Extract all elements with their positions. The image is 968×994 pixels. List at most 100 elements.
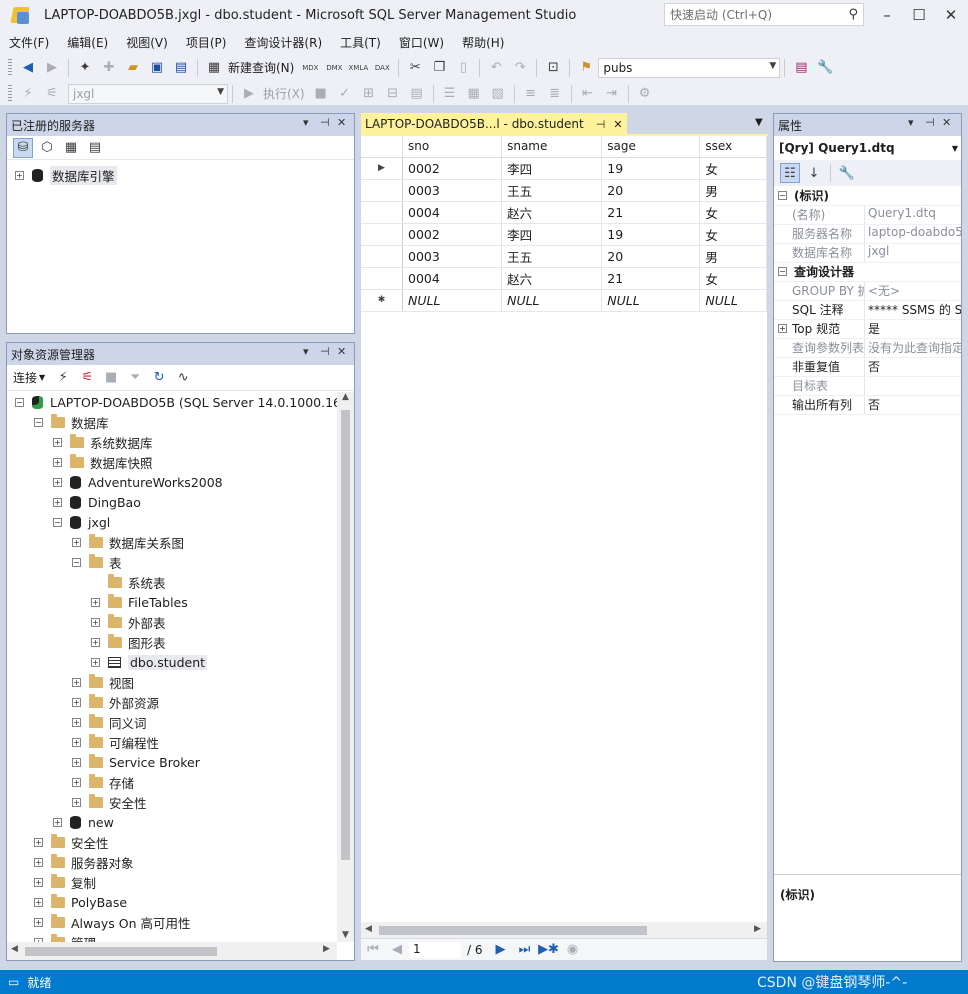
tree-node[interactable]: + 安全性 [34, 832, 109, 852]
tree-node[interactable]: + 数据库快照 [53, 452, 153, 472]
scroll-right-icon[interactable]: ▶ [323, 944, 330, 954]
pin-icon[interactable]: ⊣ [320, 116, 330, 129]
menu-edit[interactable]: 编辑(E) [58, 34, 117, 51]
close-icon[interactable]: ✕ [613, 118, 622, 131]
parse-icon[interactable]: ✓ [335, 84, 355, 104]
expand-icon[interactable]: + [34, 917, 43, 927]
connect-button[interactable]: 连接 [13, 369, 37, 386]
expand-icon[interactable]: + [778, 324, 787, 333]
chevron-down-icon[interactable]: ▼ [39, 373, 45, 382]
pin-icon[interactable]: ⊣ [596, 118, 606, 131]
current-record-input[interactable]: 1 [409, 941, 461, 958]
tree-node[interactable]: + AdventureWorks2008 [53, 472, 223, 492]
tree-node[interactable]: + 数据库关系图 [72, 532, 184, 552]
property-value[interactable] [865, 377, 961, 395]
property-row[interactable]: 查询参数列表 没有为此查询指定 [774, 339, 961, 358]
grid-cell[interactable]: NULL [501, 289, 603, 312]
menu-tools[interactable]: 工具(T) [331, 34, 390, 51]
row-selector[interactable]: ▶ [361, 157, 403, 180]
dax-query-icon[interactable]: DAX [372, 58, 392, 78]
tree-node[interactable]: + DingBao [53, 492, 141, 512]
tree-node[interactable]: − 数据库 [34, 412, 109, 432]
expand-icon[interactable]: + [72, 537, 81, 547]
last-record-icon[interactable]: ⏭ [515, 940, 535, 960]
categorized-icon[interactable]: ☷ [780, 163, 800, 183]
table-row[interactable]: 0004 赵六 21 女 [361, 267, 767, 290]
previous-record-icon[interactable]: ◀ [387, 940, 407, 960]
table-row[interactable]: 0003 王五 20 男 [361, 179, 767, 202]
grid-cell[interactable]: 19 [601, 157, 701, 180]
grid-cell[interactable]: 李四 [501, 223, 603, 246]
alphabetical-icon[interactable]: ↓ [804, 163, 824, 183]
tree-node-database-engine[interactable]: + 数据库引擎 [15, 165, 117, 185]
column-header-sno[interactable]: sno [402, 136, 503, 158]
undo-icon[interactable]: ↶ [486, 58, 506, 78]
expand-icon[interactable]: + [34, 877, 43, 887]
tab-dropdown-icon[interactable]: ▼ [755, 117, 763, 128]
grid-cell[interactable]: 0004 [402, 201, 503, 224]
grid-cell[interactable]: NULL [402, 289, 503, 312]
scroll-right-icon[interactable]: ▶ [754, 924, 761, 934]
back-icon[interactable]: ◀ [18, 58, 38, 78]
save-all-icon[interactable]: ▤ [171, 58, 191, 78]
close-icon[interactable]: ✕ [337, 116, 346, 129]
menu-window[interactable]: 窗口(W) [390, 34, 453, 51]
grid-horizontal-scrollbar[interactable]: ◀ ▶ [361, 922, 767, 938]
row-selector[interactable] [361, 201, 403, 224]
collapse-icon[interactable]: − [72, 557, 81, 567]
scroll-left-icon[interactable]: ◀ [11, 944, 18, 954]
property-value[interactable]: 没有为此查询指定 [865, 339, 961, 357]
property-row[interactable]: 数据库名称 jxgl [774, 244, 961, 263]
expand-icon[interactable]: + [72, 777, 81, 787]
database-selector[interactable]: jxgl ▼ [68, 83, 228, 104]
disconnect-icon[interactable]: ⚟ [77, 368, 97, 388]
database-combo[interactable]: pubs ▼ [598, 57, 781, 78]
expand-icon[interactable]: + [91, 657, 100, 667]
tree-node[interactable]: + 图形表 [91, 632, 166, 652]
property-category[interactable]: − (标识) [774, 187, 961, 206]
properties-object-selector[interactable]: [Qry] Query1.dtq ▼ [774, 136, 961, 160]
new-record-icon[interactable]: ▶✱ [538, 940, 559, 960]
next-record-icon[interactable]: ▶ [491, 940, 511, 960]
pin-icon[interactable]: ⊣ [925, 116, 935, 129]
collapse-icon[interactable]: − [778, 191, 787, 200]
tree-node[interactable]: − jxgl [53, 512, 110, 532]
tree-node[interactable]: + 复制 [34, 872, 96, 892]
expand-icon[interactable]: + [72, 717, 81, 727]
property-row[interactable]: SQL 注释 ***** SSMS 的 Se [774, 301, 961, 320]
grid-cell[interactable]: 李四 [501, 157, 603, 180]
property-value[interactable]: ***** SSMS 的 Se [865, 301, 961, 319]
expand-icon[interactable]: + [91, 617, 100, 627]
collapse-icon[interactable]: − [53, 517, 62, 527]
minimize-button[interactable]: – [872, 2, 902, 28]
stop-icon[interactable]: ■ [101, 368, 121, 388]
property-value[interactable]: 否 [865, 358, 961, 376]
property-pages-icon[interactable]: 🔧 [837, 163, 857, 183]
query-options-icon[interactable]: ⊟ [383, 84, 403, 104]
expand-icon[interactable]: + [72, 757, 81, 767]
property-row[interactable]: 目标表 [774, 377, 961, 396]
display-plan-icon[interactable]: ⊞ [359, 84, 379, 104]
property-value[interactable]: <无> [865, 282, 961, 300]
stop-icon[interactable]: ◉ [563, 940, 583, 960]
tree-node[interactable]: + 可编程性 [72, 732, 159, 752]
collapse-icon[interactable]: − [15, 397, 24, 407]
scroll-up-icon[interactable]: ▲ [337, 392, 354, 406]
grid-cell[interactable]: 女 [699, 157, 767, 180]
tree-node[interactable]: + Always On 高可用性 [34, 912, 191, 932]
disconnect-icon[interactable]: ⚟ [42, 84, 62, 104]
execute-button[interactable]: 执行(X) [263, 85, 305, 102]
window-position-icon[interactable]: ▾ [908, 116, 914, 129]
window-position-icon[interactable]: ▾ [303, 345, 309, 358]
table-row[interactable]: ▶ 0002 李四 19 女 [361, 157, 767, 180]
property-value[interactable]: jxgl [865, 244, 961, 262]
expand-icon[interactable]: + [91, 597, 100, 607]
close-icon[interactable]: ✕ [942, 116, 951, 129]
chevron-down-icon[interactable]: ▼ [952, 144, 958, 153]
grid-cell[interactable]: 21 [601, 267, 701, 290]
document-tab[interactable]: LAPTOP-DOABDO5B...l - dbo.student ⊣ ✕ [361, 113, 627, 135]
new-project-icon[interactable]: ✦ [75, 58, 95, 78]
connect-plug-icon[interactable]: ⚡ [53, 368, 73, 388]
grid-cell[interactable]: 王五 [501, 245, 603, 268]
expand-icon[interactable]: + [53, 437, 62, 447]
